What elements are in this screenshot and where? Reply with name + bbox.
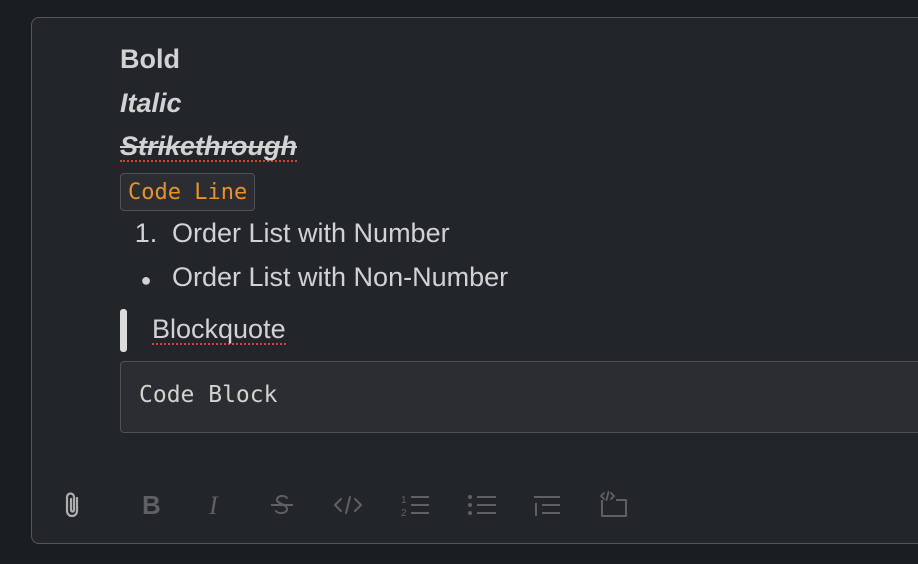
italic-icon: I (208, 492, 219, 518)
bullet-list-icon (468, 495, 496, 515)
bullet-list-item: ● Order List with Non-Number (120, 262, 509, 293)
strikethrough-button[interactable] (260, 483, 304, 527)
list-item-text: Order List with Non-Number (172, 262, 509, 292)
blockquote-bar (120, 309, 127, 352)
italic-button[interactable]: I (193, 483, 237, 527)
code-block: Code Block (120, 361, 918, 433)
svg-text:B: B (142, 492, 161, 518)
svg-text:I: I (208, 492, 219, 518)
bold-button[interactable]: B (129, 483, 173, 527)
attach-icon (65, 492, 79, 518)
code-block-button[interactable] (592, 483, 636, 527)
message-composer[interactable]: Bold Italic Strikethrough Code Line 1. Or… (31, 17, 918, 544)
strikethrough-icon (271, 494, 293, 515)
ordered-list-icon: 1 2 (401, 495, 429, 518)
code-block-text: Code Block (139, 382, 278, 408)
strikethrough-text: Strikethrough (120, 131, 298, 162)
attach-button[interactable] (50, 483, 94, 527)
ordered-list-button[interactable]: 1 2 (393, 483, 437, 527)
blockquote-button[interactable] (525, 483, 569, 527)
list-item-text: Order List with Number (172, 218, 450, 248)
blockquote-icon (534, 496, 560, 516)
inline-code: Code Line (120, 173, 256, 211)
bold-icon: B (142, 492, 161, 518)
bullet-marker: ● (140, 270, 152, 290)
code-icon (334, 496, 362, 514)
bullet-list-button[interactable] (460, 483, 504, 527)
code-block-icon (600, 491, 627, 517)
list-number: 1. (134, 218, 158, 248)
svg-text:2: 2 (401, 508, 407, 518)
italic-text: Italic (120, 88, 182, 118)
ordered-list-item: 1. Order List with Number (120, 218, 450, 249)
code-button[interactable] (326, 483, 370, 527)
svg-text:1: 1 (401, 495, 407, 506)
blockquote-text: Blockquote (152, 314, 286, 345)
formatting-toolbar: B I 1 2 (32, 483, 918, 527)
bold-text: Bold (120, 44, 180, 74)
